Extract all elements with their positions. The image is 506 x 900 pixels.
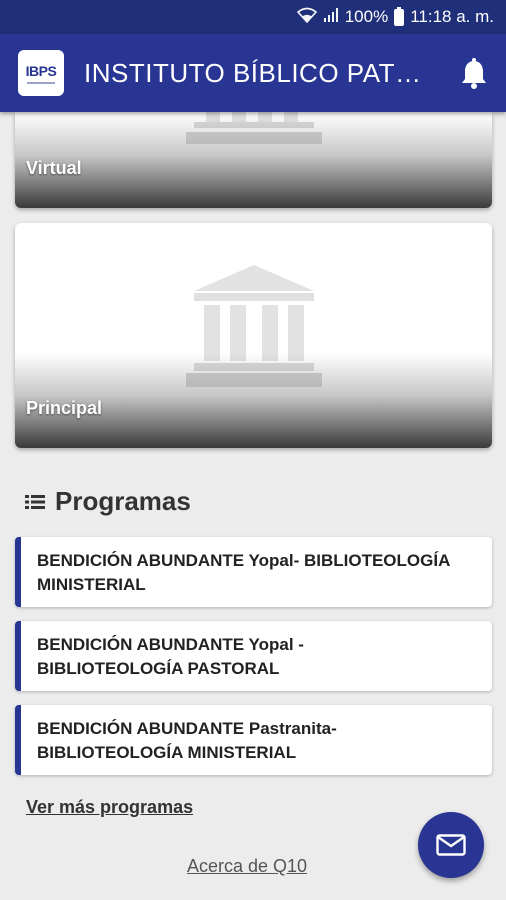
mail-icon — [436, 834, 466, 856]
campus-label: Virtual — [26, 158, 82, 178]
program-item[interactable]: BENDICIÓN ABUNDANTE Yopal - BIBLIOTEOLOG… — [15, 621, 492, 691]
app-logo[interactable]: IBPS — [18, 50, 64, 96]
program-title-line1: BENDICIÓN ABUNDANTE Yopal- BIBLIOTEOLOGÍ… — [37, 551, 451, 570]
clock: 11:18 a. m. — [410, 7, 494, 26]
campus-card-principal[interactable]: Principal — [15, 223, 492, 448]
signal-icon — [323, 7, 339, 27]
logo-text: IBPS — [25, 62, 57, 79]
program-title-line2: MINISTERIAL — [37, 575, 146, 594]
message-fab[interactable] — [418, 812, 484, 878]
more-programs-link[interactable]: Ver más programas — [26, 797, 193, 818]
status-bar: 100% 11:18 a. m. — [0, 0, 506, 34]
app-title: INSTITUTO BÍBLICO PATRI... — [84, 57, 439, 88]
program-title-line1: BENDICIÓN ABUNDANTE Yopal - — [37, 635, 304, 654]
battery-icon — [394, 6, 405, 26]
program-item[interactable]: BENDICIÓN ABUNDANTE Pastranita- BIBLIOTE… — [15, 705, 492, 775]
program-title-line2: BIBLIOTEOLOGÍA MINISTERIAL — [37, 743, 297, 762]
list-icon — [25, 494, 45, 510]
program-title-line2: BIBLIOTEOLOGÍA PASTORAL — [37, 659, 280, 678]
wifi-icon — [296, 7, 317, 27]
bell-icon[interactable] — [460, 58, 488, 90]
program-title-line1: BENDICIÓN ABUNDANTE Pastranita- — [37, 719, 337, 738]
campus-label: Principal — [26, 398, 103, 418]
section-title: Programas — [55, 486, 191, 516]
battery-percent: 100% — [344, 7, 389, 26]
app-bar: IBPS INSTITUTO BÍBLICO PATRI... — [0, 34, 506, 112]
program-item[interactable]: BENDICIÓN ABUNDANTE Yopal- BIBLIOTEOLOGÍ… — [15, 537, 492, 607]
programs-heading: Programas — [25, 486, 191, 517]
about-link[interactable]: Acerca de Q10 — [187, 856, 307, 877]
campus-card-virtual[interactable]: Virtual — [15, 112, 492, 208]
